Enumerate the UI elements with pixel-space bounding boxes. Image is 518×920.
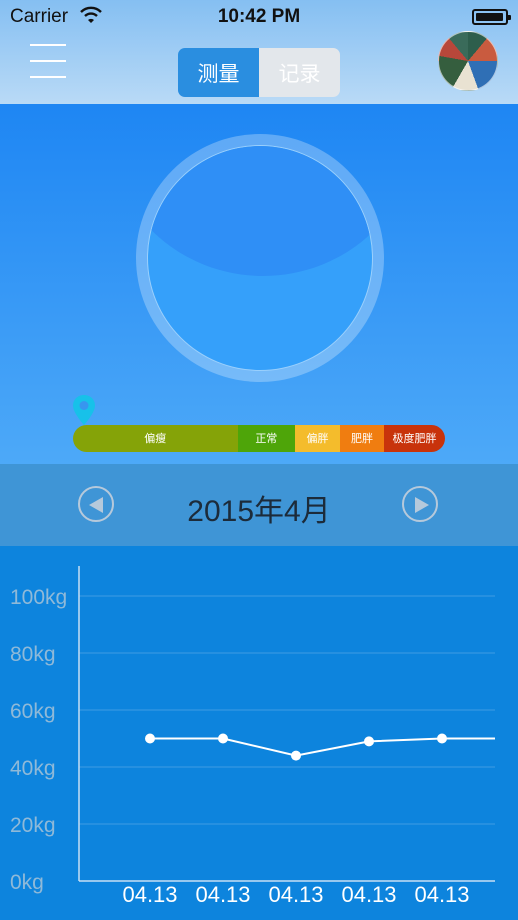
menu-icon[interactable] xyxy=(30,44,66,78)
y-tick-label: 40kg xyxy=(10,757,56,780)
y-tick-label: 80kg xyxy=(10,643,56,666)
view-segment-control: 测量 记录 xyxy=(178,48,340,97)
location-pin-icon xyxy=(73,395,95,425)
status-time: 10:42 PM xyxy=(217,6,301,27)
bmi-segment-overweight: 偏胖 xyxy=(295,425,341,452)
gauge-inner xyxy=(147,145,373,371)
bmi-segment-normal: 正常 xyxy=(237,425,296,452)
gauge-wave xyxy=(148,146,372,276)
y-tick-label: 100kg xyxy=(10,586,67,609)
y-tick-label: 60kg xyxy=(10,700,56,723)
bmi-segment-extreme-obese: 极度肥胖 xyxy=(384,425,445,452)
x-tick-label: 04.13 xyxy=(341,882,396,907)
measure-gauge[interactable] xyxy=(136,134,384,382)
month-label: 2015年4月 xyxy=(187,495,331,528)
x-tick-label: 04.13 xyxy=(195,882,250,907)
bmi-segment-underweight: 偏瘦 xyxy=(73,425,238,452)
y-tick-label: 0kg xyxy=(10,871,44,894)
bmi-segment-obese: 肥胖 xyxy=(340,425,385,452)
battery-icon xyxy=(472,9,511,25)
chevron-right-icon[interactable] xyxy=(402,486,438,522)
data-point xyxy=(145,733,155,744)
y-tick-label: 20kg xyxy=(10,814,56,837)
data-point xyxy=(437,733,447,744)
user-avatar[interactable] xyxy=(438,31,498,91)
status-bar: Carrier 10:42 PM xyxy=(0,0,518,34)
bmi-scale-bar: 偏瘦 正常 偏胖 肥胖 极度肥胖 xyxy=(73,425,445,452)
x-tick-label: 04.13 xyxy=(268,882,323,907)
x-tick-label: 04.13 xyxy=(122,882,177,907)
x-tick-label: 04.13 xyxy=(414,882,469,907)
measurement-panel: 偏瘦 正常 偏胖 肥胖 极度肥胖 xyxy=(0,104,518,464)
data-point xyxy=(364,736,374,747)
month-navigation: 2015年4月 xyxy=(0,464,518,546)
tab-measure[interactable]: 测量 xyxy=(178,48,259,97)
weight-line-chart: 0kg 20kg 40kg 60kg 80kg 100kg 04.13 04.13 04.13 0… xyxy=(10,566,495,907)
data-point xyxy=(291,750,301,761)
data-point xyxy=(218,733,228,744)
weight-chart: 0kg 20kg 40kg 60kg 80kg 100kg 04.13 04.13 04.13 0… xyxy=(0,546,518,920)
tab-records[interactable]: 记录 xyxy=(259,48,340,97)
